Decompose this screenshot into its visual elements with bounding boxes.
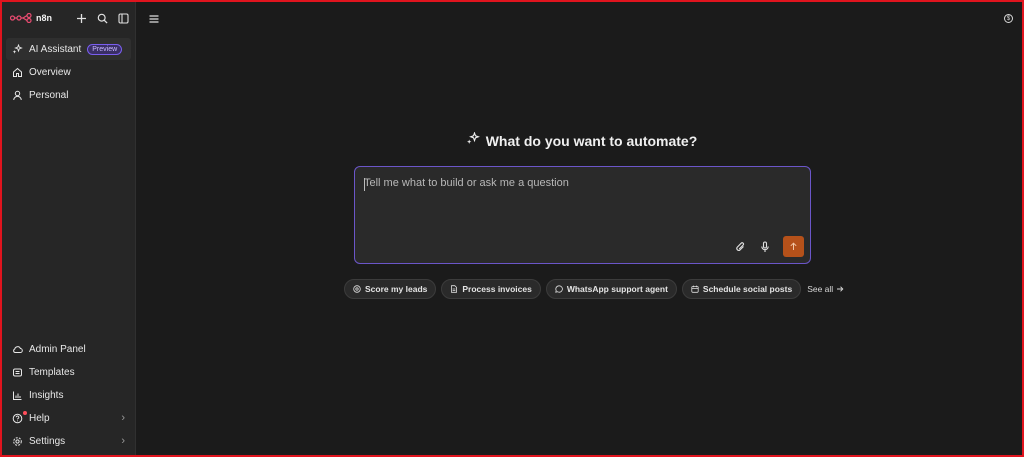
prompt-box bbox=[354, 166, 811, 264]
sidebar-item-help[interactable]: Help › bbox=[6, 407, 131, 429]
sidebar-item-label: Settings bbox=[29, 435, 66, 447]
preview-badge: Preview bbox=[87, 43, 123, 55]
arrow-up-icon bbox=[790, 242, 797, 250]
sidebar-item-personal[interactable]: Personal bbox=[6, 84, 131, 106]
cloud-icon bbox=[12, 344, 23, 355]
chip-label: Schedule social posts bbox=[702, 284, 793, 294]
help-icon bbox=[12, 413, 23, 424]
app-window: n8n AI Assistant Preview Overview Person… bbox=[0, 0, 1024, 457]
see-all-link[interactable]: See all bbox=[807, 284, 844, 294]
suggestion-chip-score-leads[interactable]: Score my leads bbox=[344, 279, 437, 299]
calendar-icon bbox=[691, 285, 699, 293]
app-name: n8n bbox=[36, 13, 53, 23]
document-icon bbox=[450, 285, 458, 293]
sidebar-item-label: Help bbox=[29, 412, 50, 424]
sidebar-item-label: Insights bbox=[29, 389, 64, 401]
sidebar-item-label: Admin Panel bbox=[29, 343, 86, 355]
sidebar-item-label: Overview bbox=[29, 66, 71, 78]
sidebar-item-label: Templates bbox=[29, 366, 75, 378]
gear-icon bbox=[12, 436, 23, 447]
chip-label: WhatsApp support agent bbox=[566, 284, 668, 294]
templates-icon bbox=[12, 367, 23, 378]
sidebar-header: n8n bbox=[2, 2, 135, 34]
chevron-right-icon: › bbox=[121, 435, 125, 447]
suggestion-chips: Score my leads Process invoices WhatsApp… bbox=[344, 279, 844, 299]
sparkles-icon bbox=[466, 131, 480, 149]
chevron-right-icon: › bbox=[121, 412, 125, 424]
sparkles-icon bbox=[12, 43, 23, 55]
sidebar-item-ai-assistant[interactable]: AI Assistant Preview bbox=[6, 38, 131, 60]
sidebar: n8n AI Assistant Preview Overview Person… bbox=[2, 2, 136, 455]
credits-icon[interactable]: $ bbox=[1004, 14, 1013, 23]
chart-icon bbox=[12, 390, 23, 401]
logo[interactable]: n8n bbox=[10, 13, 52, 23]
chip-label: Process invoices bbox=[462, 284, 532, 294]
sidebar-item-label: Personal bbox=[29, 89, 69, 101]
arrow-right-icon bbox=[837, 286, 844, 292]
sidebar-bottom-nav: Admin Panel Templates Insights Help › Se… bbox=[2, 338, 135, 453]
user-icon bbox=[12, 90, 23, 101]
suggestion-chip-schedule-posts[interactable]: Schedule social posts bbox=[681, 279, 802, 299]
main-content: $ What do you want to automate? Tell me … bbox=[136, 2, 1022, 455]
notification-dot bbox=[23, 411, 27, 415]
home-icon bbox=[12, 67, 23, 78]
target-icon bbox=[353, 285, 361, 293]
plus-icon[interactable] bbox=[75, 12, 87, 24]
microphone-icon[interactable] bbox=[759, 240, 771, 253]
page-heading: What do you want to automate? bbox=[136, 131, 1022, 149]
menu-icon[interactable] bbox=[148, 12, 160, 24]
sidebar-item-insights[interactable]: Insights bbox=[6, 384, 131, 406]
heading-text: What do you want to automate? bbox=[485, 132, 698, 149]
suggestion-chip-whatsapp-agent[interactable]: WhatsApp support agent bbox=[545, 279, 677, 299]
sidebar-nav: AI Assistant Preview Overview Personal bbox=[2, 34, 135, 111]
sidebar-item-overview[interactable]: Overview bbox=[6, 61, 131, 83]
sidebar-item-templates[interactable]: Templates bbox=[6, 361, 131, 383]
sidebar-item-label: AI Assistant bbox=[29, 43, 82, 55]
n8n-logo-icon bbox=[10, 13, 32, 23]
sidebar-item-admin-panel[interactable]: Admin Panel bbox=[6, 338, 131, 360]
prompt-input[interactable] bbox=[364, 177, 794, 189]
sidebar-item-settings[interactable]: Settings › bbox=[6, 430, 131, 452]
sidebar-toggle-icon[interactable] bbox=[117, 12, 129, 24]
chat-bubble-icon bbox=[555, 285, 563, 293]
search-icon[interactable] bbox=[96, 12, 108, 24]
suggestion-chip-process-invoices[interactable]: Process invoices bbox=[441, 279, 541, 299]
see-all-label: See all bbox=[807, 284, 834, 294]
send-button[interactable] bbox=[783, 236, 804, 257]
paperclip-icon[interactable] bbox=[735, 241, 747, 253]
chip-label: Score my leads bbox=[365, 284, 428, 294]
